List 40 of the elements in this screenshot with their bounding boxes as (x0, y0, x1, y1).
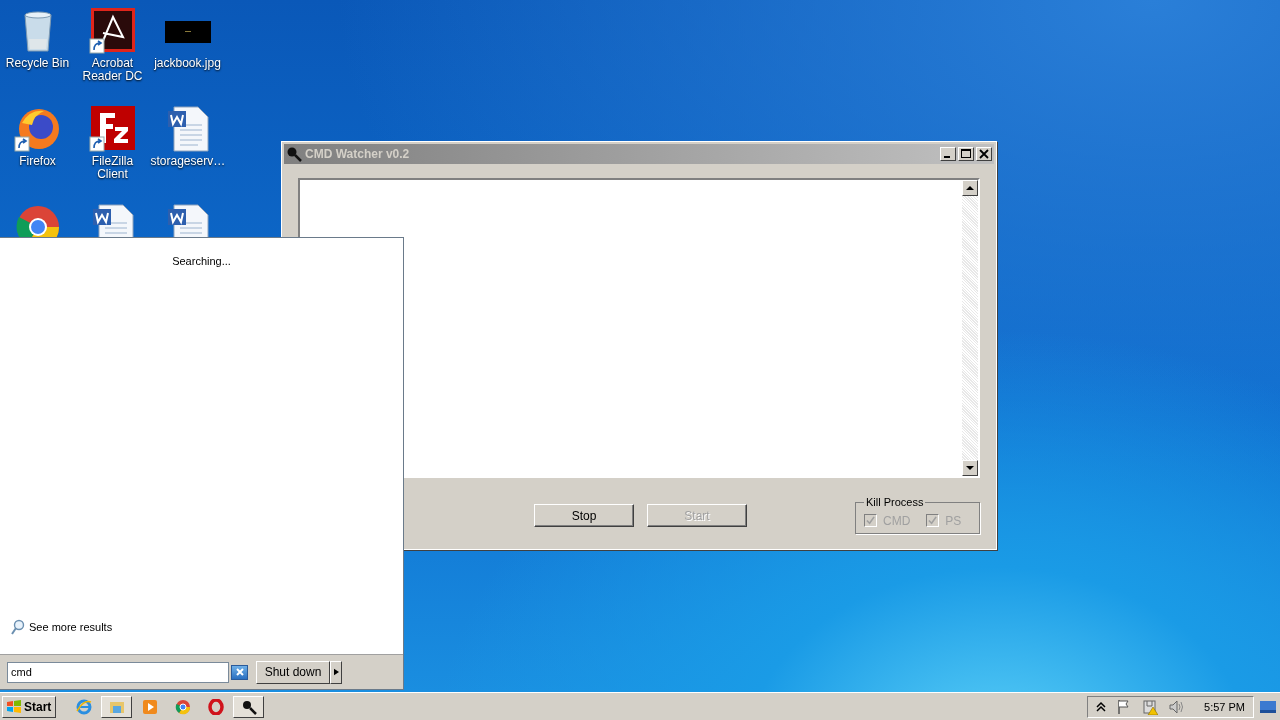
maximize-button[interactable] (958, 147, 974, 161)
windows-logo-icon (6, 698, 22, 715)
clear-button[interactable] (231, 664, 248, 680)
network-warning-icon[interactable] (1142, 698, 1159, 715)
start-button[interactable]: Start (2, 695, 56, 718)
check-icon (866, 516, 875, 525)
shutdown-button[interactable]: Shut down (256, 660, 330, 684)
scrollbar[interactable] (962, 180, 978, 476)
maximize-icon (961, 149, 971, 159)
shutdown-options-button[interactable] (330, 660, 342, 684)
icon-label[interactable]: Firefox (0, 155, 75, 168)
group-label: Kill Process (865, 496, 925, 508)
icon-label[interactable]: jackbook.jpg (150, 57, 225, 70)
magnifier-icon[interactable] (233, 695, 264, 718)
pdf-app-icon[interactable] (88, 7, 137, 55)
search-icon (11, 619, 25, 635)
down-arrow-icon (966, 464, 974, 472)
search-field[interactable]: cmd (7, 661, 229, 683)
see-more-link[interactable]: See more results (11, 619, 113, 635)
close-icon (979, 149, 989, 159)
action-button[interactable]: Stop (534, 504, 634, 527)
magnifier-icon (286, 146, 302, 162)
minimize-button[interactable] (940, 147, 956, 161)
folder-icon[interactable] (101, 695, 132, 718)
icon-label[interactable]: Acrobat Reader DC (75, 57, 150, 83)
icon-label[interactable]: Recycle Bin (0, 57, 75, 70)
clock[interactable]: 5:57 PM (1204, 700, 1245, 713)
search-status: Searching... (172, 255, 231, 267)
icon-label[interactable]: storageserv… (150, 155, 225, 168)
minimize-icon (944, 156, 950, 158)
close-icon (234, 667, 245, 677)
speaker-icon[interactable] (1168, 698, 1185, 715)
right-arrow-icon (333, 668, 339, 676)
fz-app-icon[interactable] (88, 105, 137, 153)
close-button[interactable] (976, 147, 992, 161)
icon-label[interactable]: FileZilla Client (75, 155, 150, 181)
up-arrow-icon (966, 184, 974, 192)
window-title: CMD Watcher v0.2 (305, 147, 411, 161)
check-icon (928, 516, 938, 525)
chevron-up-icon[interactable] (1096, 700, 1107, 713)
